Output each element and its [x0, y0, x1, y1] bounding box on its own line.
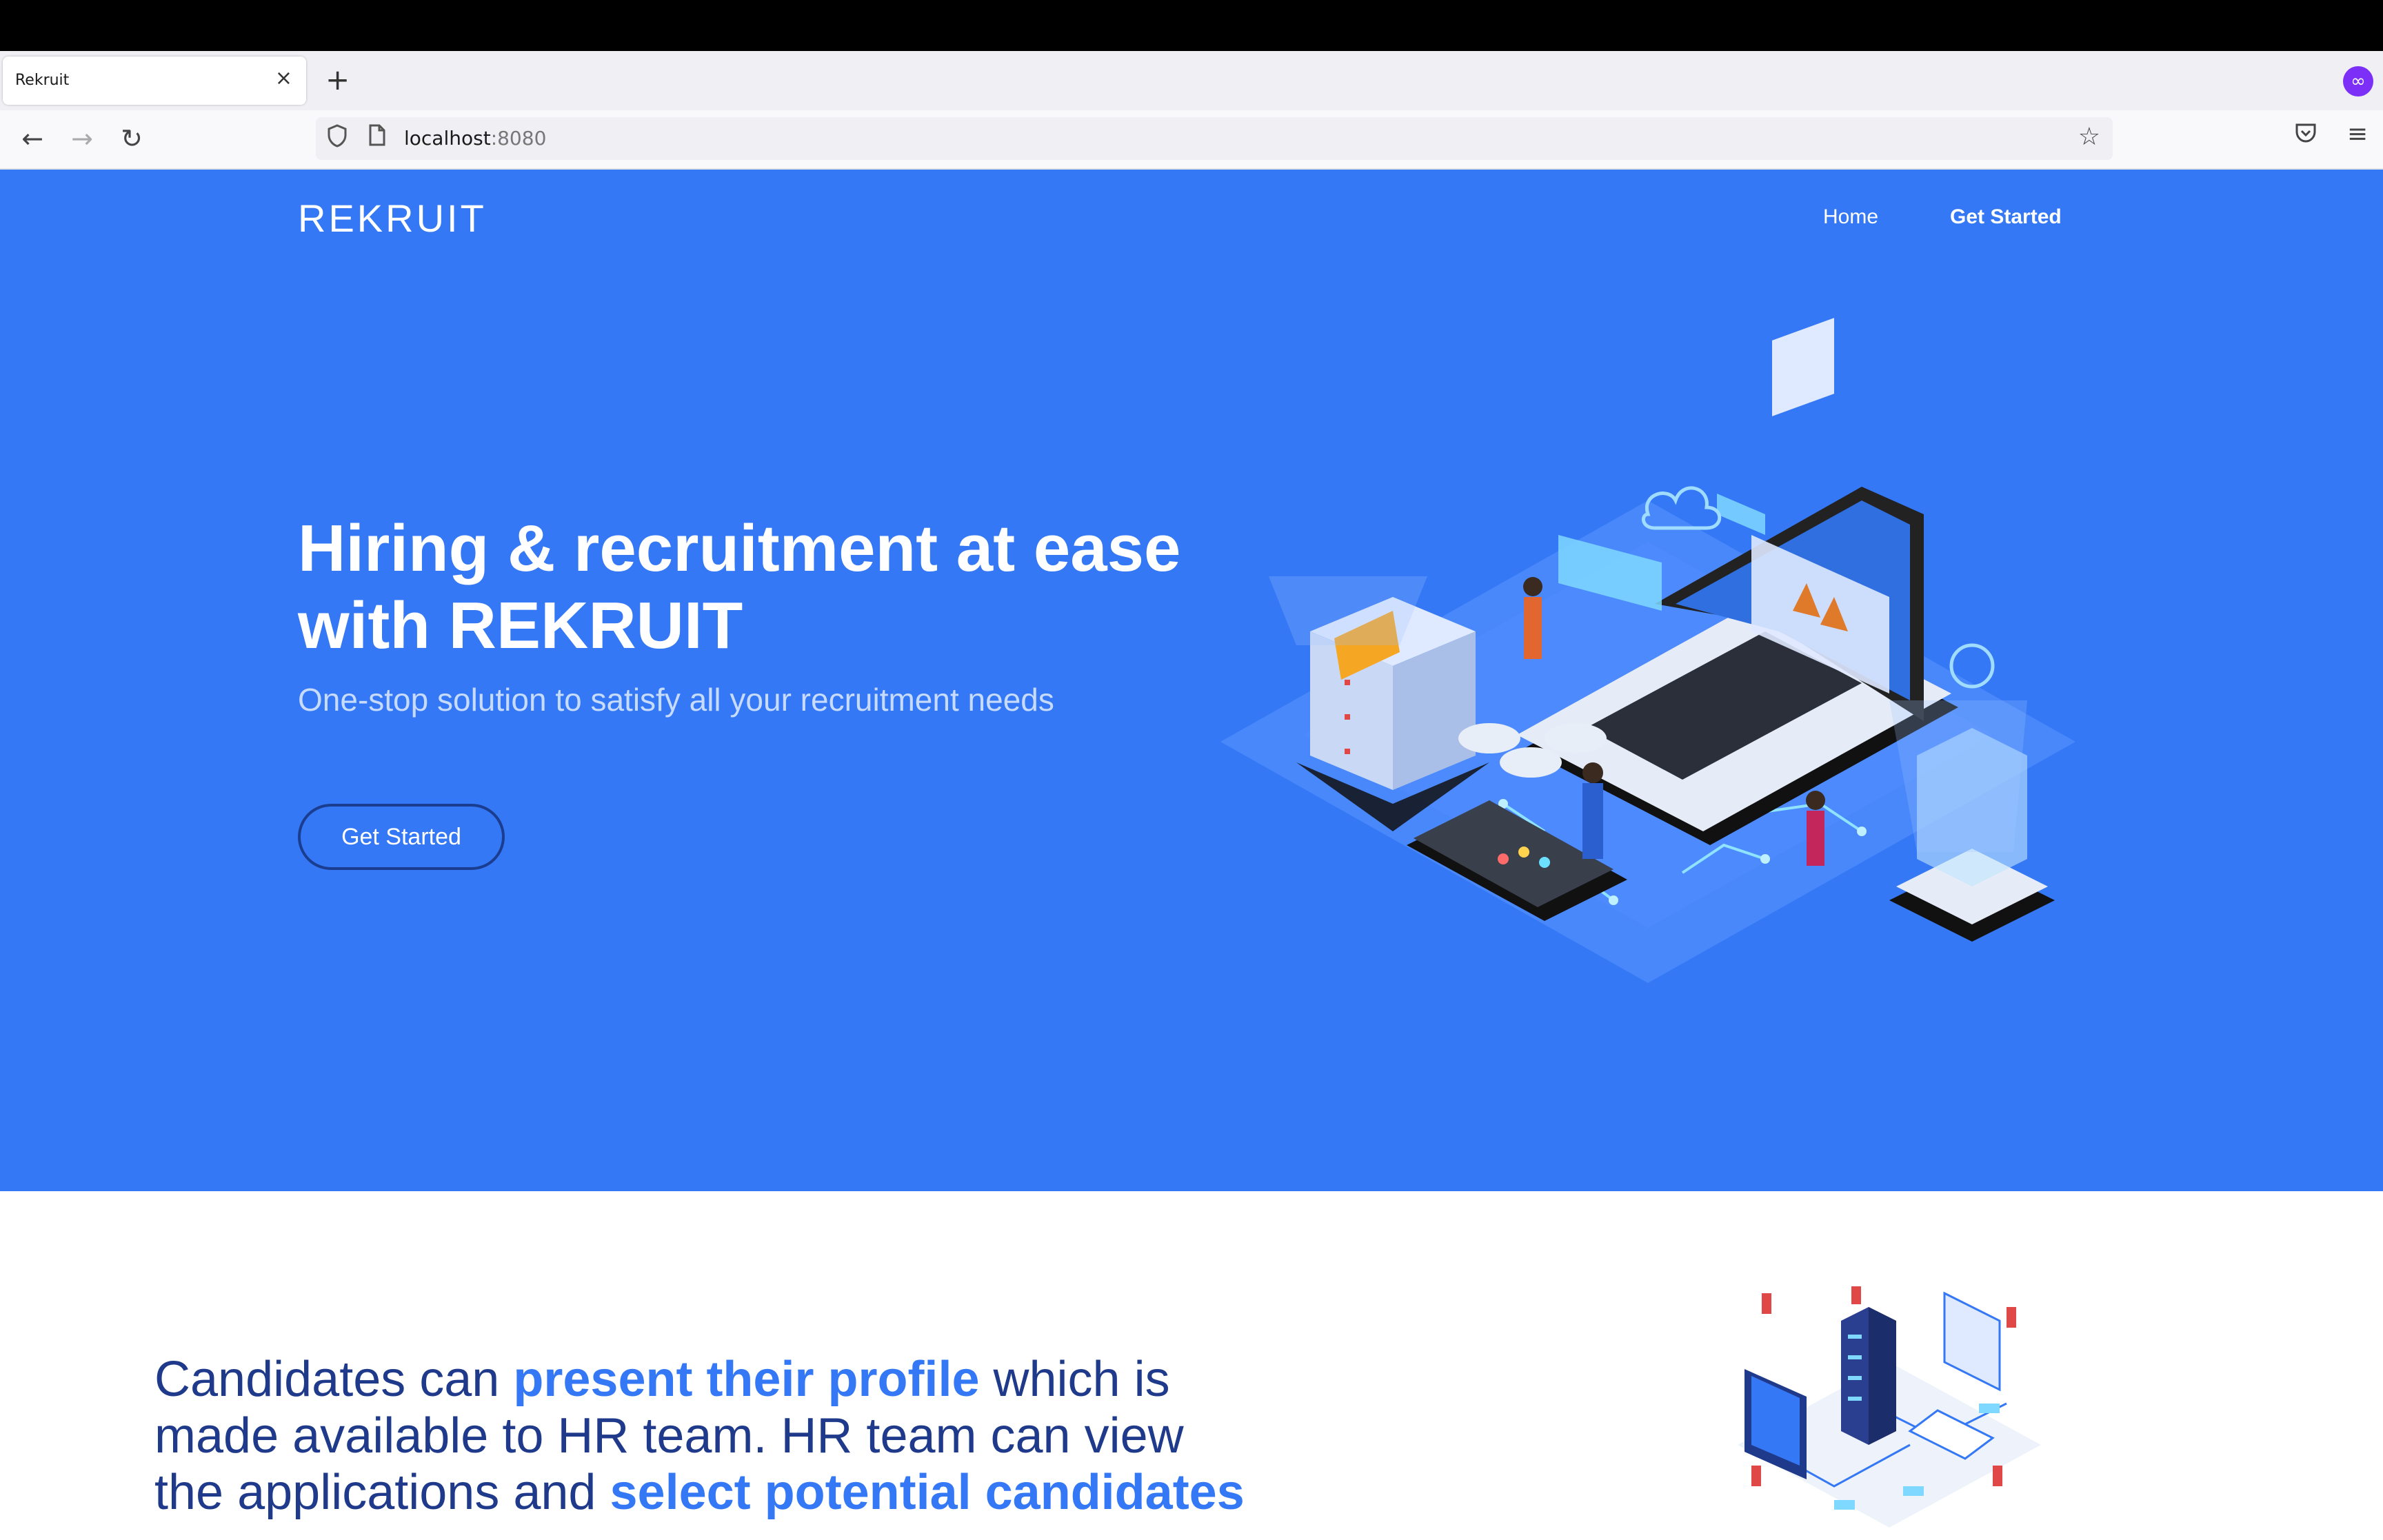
url-port: :8080 [490, 127, 547, 150]
browser-tab-rekruit[interactable]: Rekruit × [3, 57, 306, 105]
hero-title: Hiring & recruitment at ease with REKRUI… [298, 511, 1181, 662]
get-started-button[interactable]: Get Started [298, 804, 505, 870]
hero-illustration [1220, 318, 2075, 983]
private-browsing-icon[interactable]: ∞ [2343, 66, 2373, 97]
hero-section: REKRUIT Home Get Started Hiring & recrui… [0, 170, 2383, 1191]
browser-tab-strip: Rekruit × + ∞ [0, 51, 2383, 110]
browser-nav-bar: ← → ↻ localhost:8080 ☆ ≡ [0, 110, 2383, 170]
new-tab-icon[interactable]: + [325, 63, 350, 97]
hamburger-menu-icon[interactable]: ≡ [2347, 120, 2368, 148]
nav-link-get-started[interactable]: Get Started [1950, 205, 2062, 229]
nav-link-home[interactable]: Home [1823, 205, 1878, 229]
feature-description: Candidates can present their profile whi… [154, 1351, 1258, 1521]
pocket-icon[interactable] [2295, 123, 2317, 149]
bookmark-star-icon[interactable]: ☆ [2078, 123, 2100, 151]
page-icon [368, 124, 386, 152]
site-logo[interactable]: REKRUIT [298, 196, 487, 241]
feature-text-1: Candidates can [154, 1352, 514, 1407]
feature-highlight-candidates: select potential candidates [610, 1465, 1245, 1520]
hero-subtitle: One-stop solution to satisfy all your re… [298, 682, 1054, 718]
system-menu-bar [0, 0, 2383, 51]
feature-highlight-profile: present their profile [513, 1352, 980, 1407]
reload-icon[interactable]: ↻ [114, 121, 149, 156]
url-bar[interactable]: localhost:8080 ☆ [316, 117, 2113, 160]
url-text[interactable]: localhost:8080 [404, 127, 546, 150]
feature-illustration [1738, 1286, 2041, 1528]
forward-icon[interactable]: → [65, 121, 99, 156]
tab-title: Rekruit [15, 72, 70, 89]
close-tab-icon[interactable]: × [275, 66, 292, 91]
shield-icon[interactable] [327, 124, 348, 153]
back-icon[interactable]: ← [15, 121, 50, 156]
url-host: localhost [404, 127, 491, 150]
